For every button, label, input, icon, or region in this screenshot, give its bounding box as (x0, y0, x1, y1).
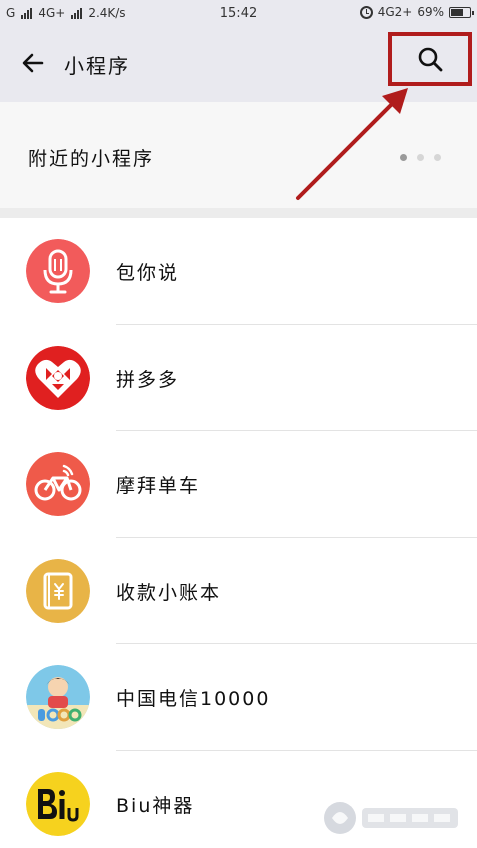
avatar-icon (26, 665, 90, 729)
search-button[interactable] (388, 32, 472, 86)
ledger-icon (26, 558, 90, 623)
nearby-mini-programs[interactable]: 附近的小程序 (0, 102, 477, 208)
microphone-icon (26, 239, 90, 303)
app-name: 摩拜单车 (116, 475, 201, 497)
mini-program-list: 包你说 拼多多 摩拜单车 收款小账本 中国电信10000 Biu神器 (0, 218, 477, 848)
biu-logo-icon (26, 771, 90, 836)
page-indicator (400, 154, 441, 161)
page-dot (400, 154, 407, 161)
page-title: 小程序 (64, 54, 130, 78)
page-dot (434, 154, 441, 161)
header: 小程序 (0, 28, 477, 102)
back-button[interactable] (20, 50, 46, 76)
page-dot (417, 154, 424, 161)
app-name: 拼多多 (116, 368, 180, 391)
status-right: 4G2+ 69% (359, 5, 474, 19)
list-item-mobike[interactable]: 摩拜单车 (0, 431, 477, 538)
pinduoduo-heart-icon (26, 345, 90, 410)
list-item-baonishuo[interactable]: 包你说 (0, 218, 477, 325)
nearby-label: 附近的小程序 (28, 148, 155, 170)
alarm-icon (359, 5, 373, 19)
list-item-ledger[interactable]: 收款小账本 (0, 538, 477, 644)
battery-icon (449, 6, 474, 18)
search-icon (418, 47, 443, 72)
app-name: 收款小账本 (116, 581, 222, 604)
bicycle-icon (26, 452, 90, 516)
watermark-logo (324, 802, 458, 834)
section-divider (0, 208, 477, 218)
battery-percent: 69% (417, 5, 444, 19)
arrow-left-icon (22, 53, 44, 73)
app-name: Biu神器 (116, 794, 195, 817)
app-name: 包你说 (116, 262, 180, 284)
app-name: 中国电信10000 (116, 688, 271, 710)
list-item-china-telecom[interactable]: 中国电信10000 (0, 644, 477, 751)
list-item-pinduoduo[interactable]: 拼多多 (0, 325, 477, 431)
network-label: 4G2+ (377, 5, 413, 19)
status-bar: G 4G+ 2.4K/s 15:42 4G2+ 69% (0, 0, 477, 28)
battery-fill (451, 8, 463, 16)
